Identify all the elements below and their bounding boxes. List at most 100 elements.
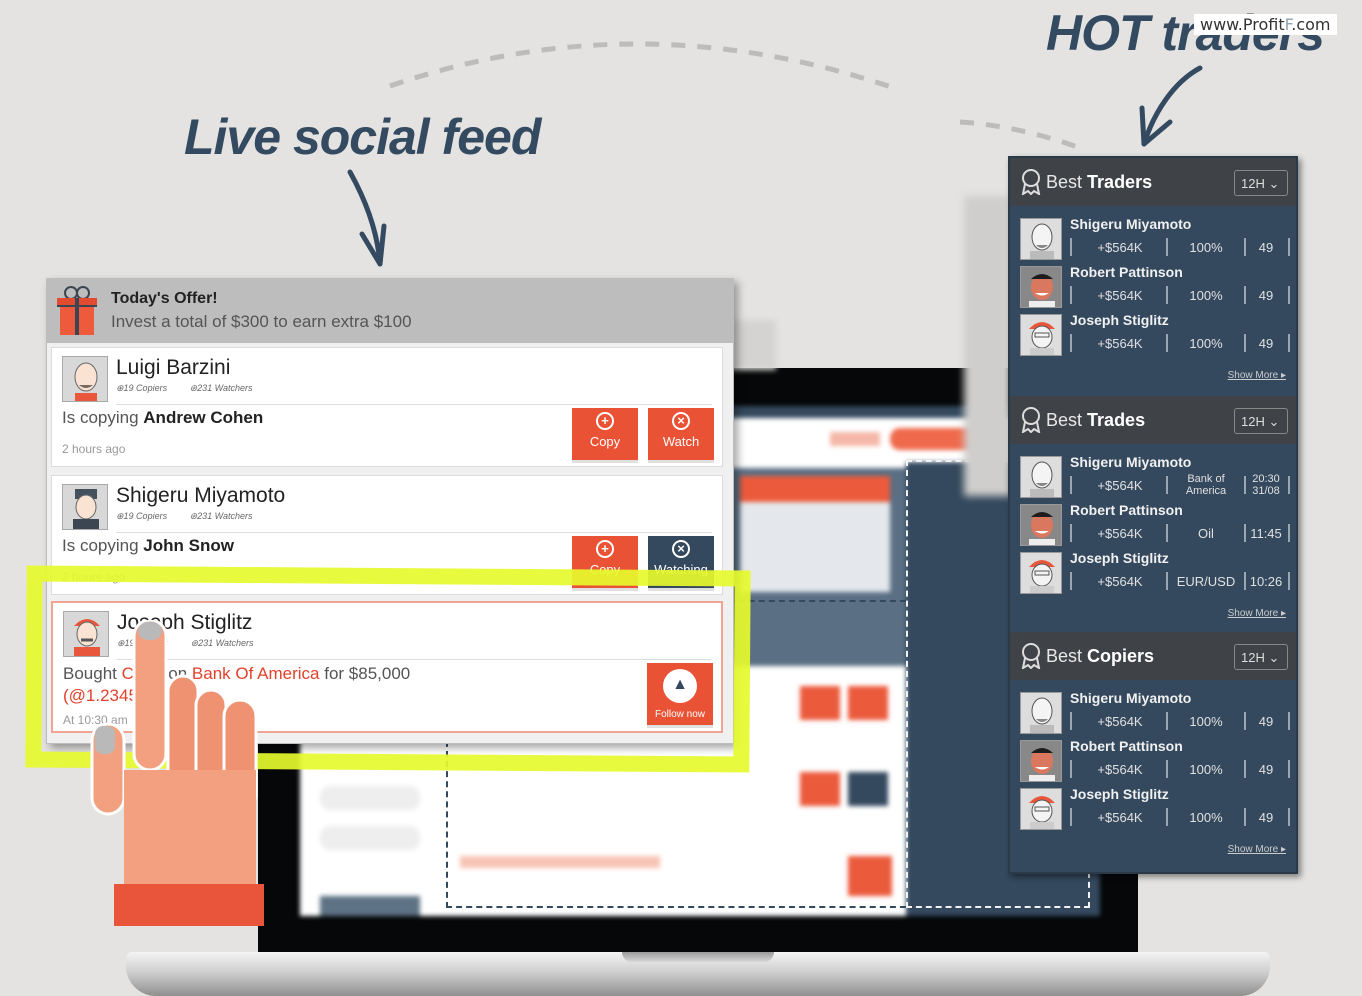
plus-circle-icon: + (596, 540, 614, 558)
avatar (1020, 266, 1062, 308)
stat-col2: 100% (1189, 240, 1223, 255)
divider (1166, 760, 1168, 778)
chevron-down-icon: ⌄ (1268, 414, 1280, 429)
trader-stats: +$564K EUR/USD 10:26 (1070, 570, 1290, 592)
stat-col2: 100% (1189, 288, 1223, 303)
watermark-suffix: .com (1291, 15, 1331, 34)
best-trades-header: Best Trades 12H ⌄ (1010, 396, 1296, 444)
profit-value: +$564K (1097, 762, 1143, 777)
trader-name[interactable]: Shigeru Miyamoto (1070, 690, 1191, 706)
stat-col2: 100% (1189, 762, 1223, 777)
stat-col3: 49 (1258, 762, 1274, 777)
divider (1288, 572, 1290, 590)
leaderboard-row[interactable]: Shigeru Miyamoto +$564K Bank of America 20:… (1020, 454, 1290, 502)
plus-circle-icon: + (596, 412, 614, 430)
show-more-link[interactable]: Show More ▸ (1228, 844, 1286, 855)
eye-circle-icon: × (672, 412, 690, 430)
period-dropdown[interactable]: 12H ⌄ (1234, 408, 1288, 434)
avatar (1020, 740, 1062, 782)
divider (1166, 524, 1168, 542)
avatar (1020, 456, 1062, 498)
period-dropdown[interactable]: 12H ⌄ (1234, 170, 1288, 196)
divider (1070, 286, 1072, 304)
trader-name[interactable]: Robert Pattinson (1070, 738, 1183, 754)
copy-button[interactable]: + Copy (572, 408, 638, 460)
divider (1244, 572, 1246, 590)
pointing-hand-icon (90, 620, 264, 926)
divider (1244, 238, 1246, 256)
leaderboard-row[interactable]: Shigeru Miyamoto +$564K 100% 49 (1020, 216, 1290, 264)
divider (1166, 712, 1168, 730)
medal-icon (1021, 169, 1041, 195)
trader-stats: +$564K 100% 49 (1070, 758, 1290, 780)
trader-name[interactable]: Robert Pattinson (1070, 502, 1183, 518)
post-author-stats: ⊕19 Copiers ⊛231 Watchers (116, 383, 273, 394)
divider (1166, 808, 1168, 826)
todays-offer-banner[interactable]: Today's Offer! Invest a total of $300 to… (47, 279, 733, 343)
leaderboard-row[interactable]: Robert Pattinson +$564K 100% 49 (1020, 738, 1290, 786)
section-title: Best Copiers (1046, 645, 1155, 666)
stat-col2: Bank of America (1185, 473, 1227, 497)
divider (1070, 238, 1072, 256)
trader-name[interactable]: Robert Pattinson (1070, 264, 1183, 280)
stat-col3: 49 (1258, 336, 1274, 351)
stat-col2: 100% (1189, 714, 1223, 729)
trader-name[interactable]: Joseph Stiglitz (1070, 550, 1169, 566)
stat-col2: Oil (1198, 526, 1214, 541)
divider (1288, 808, 1290, 826)
leaderboard-row[interactable]: Joseph Stiglitz +$564K EUR/USD 10:26 (1020, 550, 1290, 598)
trader-name[interactable]: Shigeru Miyamoto (1070, 216, 1191, 232)
stat-col3: 49 (1258, 288, 1274, 303)
avatar (1020, 788, 1062, 830)
offer-subtitle: Invest a total of $300 to earn extra $10… (111, 312, 412, 331)
copied-trader-link[interactable]: John Snow (143, 536, 234, 555)
post-author-name[interactable]: Luigi Barzini (116, 356, 230, 380)
section-title: Best Traders (1046, 171, 1153, 192)
medal-icon (1021, 643, 1041, 669)
watchers-count: ⊛231 Watchers (189, 383, 253, 393)
period-dropdown[interactable]: 12H ⌄ (1234, 644, 1288, 670)
watermark: www.ProfitF.com (1194, 14, 1337, 35)
copied-trader-link[interactable]: Andrew Cohen (143, 408, 263, 427)
live-social-feed-headline: Live social feed (184, 109, 541, 165)
leaderboard-row[interactable]: Robert Pattinson +$564K Oil 11:45 (1020, 502, 1290, 550)
leaderboard-row[interactable]: Robert Pattinson +$564K 100% 49 (1020, 264, 1290, 312)
trader-stats: +$564K 100% 49 (1070, 806, 1290, 828)
trader-stats: +$564K Oil 11:45 (1070, 522, 1290, 544)
leaderboard-row[interactable]: Joseph Stiglitz +$564K 100% 49 (1020, 312, 1290, 360)
divider (116, 404, 712, 405)
watch-button[interactable]: × Watch (648, 408, 714, 460)
copiers-count: ⊕19 Copiers (116, 383, 168, 393)
divider (1070, 572, 1072, 590)
avatar (62, 484, 108, 530)
trader-name[interactable]: Joseph Stiglitz (1070, 786, 1169, 802)
divider (1166, 238, 1168, 256)
divider (1244, 524, 1246, 542)
trader-name[interactable]: Joseph Stiglitz (1070, 312, 1169, 328)
section-title: Best Trades (1046, 409, 1146, 430)
post-action-text: Is copying John Snow (62, 536, 234, 555)
divider (1244, 712, 1246, 730)
divider (1166, 572, 1168, 590)
leaderboard-row[interactable]: Shigeru Miyamoto +$564K 100% 49 (1020, 690, 1290, 738)
laptop-notch (622, 952, 774, 962)
best-traders-header: Best Traders 12H ⌄ (1010, 158, 1296, 206)
stat-col2: EUR/USD (1176, 574, 1236, 589)
post-author-name[interactable]: Shigeru Miyamoto (116, 484, 285, 508)
post-action-text: Is copying Andrew Cohen (62, 408, 264, 427)
show-more-link[interactable]: Show More ▸ (1228, 608, 1286, 619)
divider (1166, 334, 1168, 352)
leaderboard-row[interactable]: Joseph Stiglitz +$564K 100% 49 (1020, 786, 1290, 834)
divider (1070, 712, 1072, 730)
show-more-link[interactable]: Show More ▸ (1228, 370, 1286, 381)
avatar (1020, 692, 1062, 734)
divider (1166, 476, 1168, 494)
divider (1070, 808, 1072, 826)
divider (116, 532, 712, 533)
divider (1288, 712, 1290, 730)
trader-stats: +$564K 100% 49 (1070, 236, 1290, 258)
profit-value: +$564K (1097, 574, 1143, 589)
trader-name[interactable]: Shigeru Miyamoto (1070, 454, 1191, 470)
divider (1288, 760, 1290, 778)
post-timestamp: 2 hours ago (62, 442, 126, 456)
